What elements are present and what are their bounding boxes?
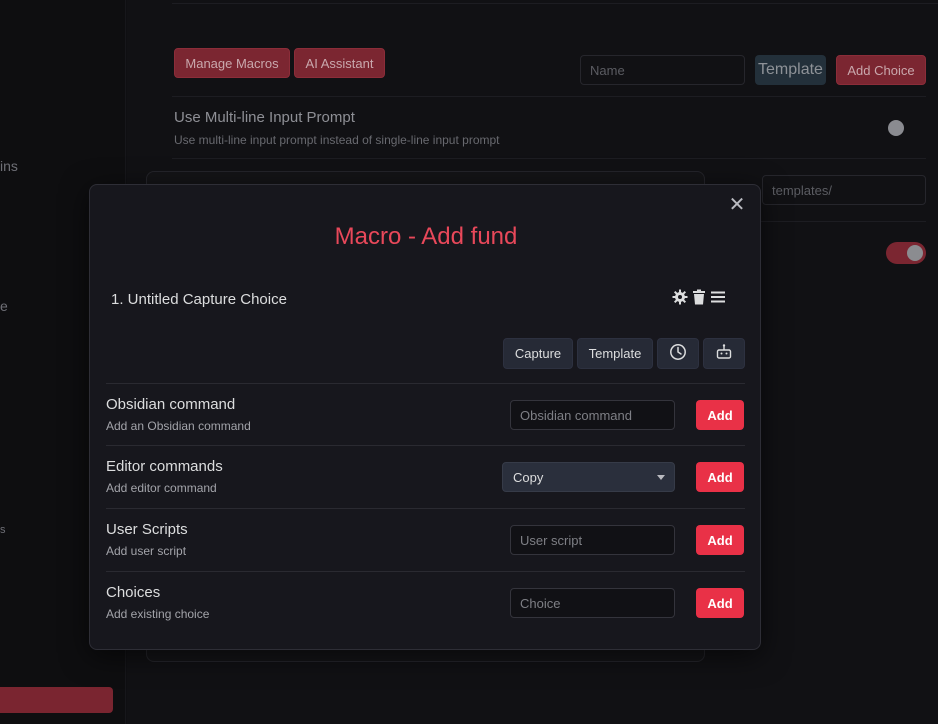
user-script-input[interactable]	[510, 525, 675, 555]
row-desc: Add existing choice	[106, 607, 210, 621]
ai-assistant-button: AI Assistant	[294, 48, 385, 78]
name-input: Name	[580, 55, 745, 85]
add-obsidian-command-button[interactable]: Add	[696, 400, 744, 430]
add-choice-button: Add Choice	[836, 55, 926, 85]
trash-icon[interactable]	[691, 289, 707, 305]
divider	[172, 3, 938, 4]
multiline-setting-title: Use Multi-line Input Prompt	[174, 109, 355, 126]
row-title: Obsidian command	[106, 396, 236, 413]
macro-modal: ✕ Macro - Add fund 1. Untitled Capture C…	[89, 184, 761, 650]
multiline-setting-desc: Use multi-line input prompt instead of s…	[174, 133, 500, 147]
row-title: Editor commands	[106, 458, 223, 475]
row-desc: Add an Obsidian command	[106, 419, 251, 433]
robot-icon	[715, 343, 733, 364]
templates-folder-input: templates/	[762, 175, 926, 205]
command-name: 1. Untitled Capture Choice	[111, 291, 287, 308]
chevron-down-icon	[657, 475, 665, 480]
add-choice-button[interactable]: Add	[696, 588, 744, 618]
divider	[172, 96, 926, 97]
row-title: User Scripts	[106, 521, 188, 538]
row-title: Choices	[106, 584, 161, 601]
add-capture-button[interactable]: Capture	[503, 338, 573, 369]
sidebar-fragment: e	[0, 298, 8, 314]
add-wait-button[interactable]	[657, 338, 699, 369]
user-scripts-row: User Scripts Add user script Add	[106, 508, 745, 570]
modal-title: Macro - Add fund	[334, 223, 518, 250]
add-template-button[interactable]: Template	[577, 338, 653, 369]
command-actions	[672, 289, 726, 305]
close-icon[interactable]: ✕	[726, 194, 748, 216]
sidebar-fragment: s	[0, 524, 6, 536]
add-editor-command-button[interactable]: Add	[696, 462, 744, 492]
sidebar-fragment: ins	[0, 158, 18, 174]
add-ai-button[interactable]	[703, 338, 745, 369]
template-button: Template	[755, 55, 826, 85]
manage-macros-button: Manage Macros	[174, 48, 290, 78]
add-user-script-button[interactable]: Add	[696, 525, 744, 555]
sidebar-red-button	[0, 687, 113, 713]
editor-command-select[interactable]: Copy	[502, 462, 675, 492]
editor-commands-row: Editor commands Add editor command Copy …	[106, 445, 745, 507]
drag-handle-icon[interactable]	[710, 289, 726, 305]
obsidian-command-input[interactable]	[510, 400, 675, 430]
gear-icon[interactable]	[672, 289, 688, 305]
row-desc: Add user script	[106, 544, 187, 558]
divider	[172, 158, 926, 159]
obsidian-command-row: Obsidian command Add an Obsidian command…	[106, 383, 745, 445]
row-desc: Add editor command	[106, 481, 217, 495]
clock-icon	[669, 343, 687, 364]
choice-input[interactable]	[510, 588, 675, 618]
choices-row: Choices Add existing choice Add	[106, 571, 745, 633]
enabled-toggle	[886, 242, 926, 264]
editor-command-value: Copy	[513, 469, 544, 485]
multiline-toggle	[876, 117, 916, 139]
